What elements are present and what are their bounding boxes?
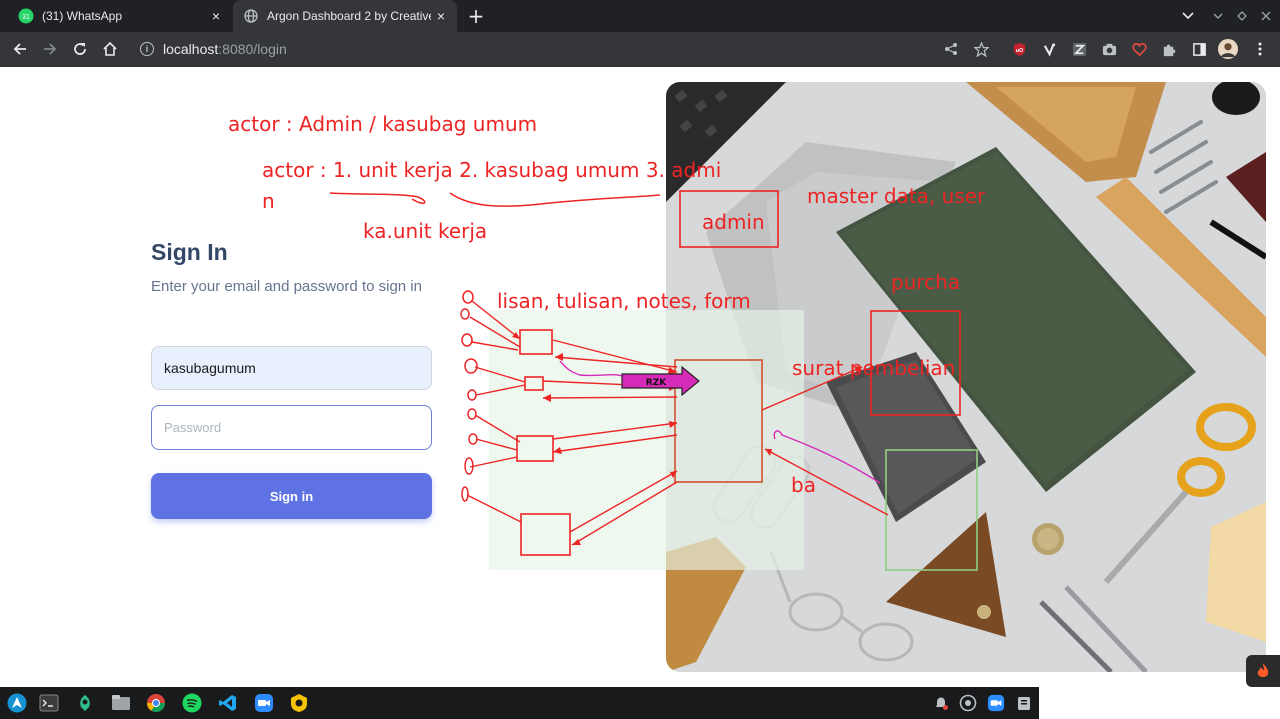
- annotation-actor-list-wrap: n: [262, 189, 275, 213]
- annotation-actor-line: actor : Admin / kasubag umum: [228, 112, 538, 136]
- clipboard-tray-icon[interactable]: [1013, 692, 1035, 714]
- file-manager-icon[interactable]: [110, 692, 132, 714]
- globe-icon: [243, 8, 259, 24]
- zotero-icon[interactable]: [1069, 39, 1089, 59]
- os-taskbar: [0, 687, 1280, 719]
- annotation-underline: [329, 192, 426, 204]
- signin-subtitle: Enter your email and password to sign in: [151, 278, 422, 295]
- profile-avatar[interactable]: [1218, 39, 1238, 59]
- login-page: Sign In Enter your email and password to…: [0, 67, 1280, 687]
- annotation-actor-list: actor : 1. unit kerja 2. kasubag umum 3.…: [262, 158, 722, 182]
- tab-search-icon[interactable]: [1176, 0, 1200, 32]
- flame-icon[interactable]: [1246, 655, 1280, 687]
- bitwarden-icon[interactable]: [288, 692, 310, 714]
- svg-text:uO: uO: [1015, 47, 1023, 53]
- browser-toolbar: i localhost:8080/login uO: [0, 32, 1280, 67]
- close-window-icon[interactable]: [1254, 0, 1278, 32]
- password-field[interactable]: [151, 405, 432, 450]
- minimize-icon[interactable]: [1206, 0, 1230, 32]
- zoom-tray-icon[interactable]: [985, 692, 1007, 714]
- chrome-icon[interactable]: [145, 692, 167, 714]
- close-icon[interactable]: ×: [431, 8, 451, 24]
- bookmark-star-icon[interactable]: [971, 39, 991, 59]
- whatsapp-badge: 31: [22, 14, 30, 21]
- taskbar-clock-area: [1039, 687, 1280, 719]
- side-panel-icon[interactable]: [1189, 39, 1209, 59]
- browser-tab-strip: 31 (31) WhatsApp × Argon Dashboard 2 by …: [0, 0, 1280, 32]
- zoom-icon[interactable]: [253, 692, 275, 714]
- annotation-circles: [460, 290, 478, 502]
- close-icon[interactable]: ×: [206, 8, 226, 24]
- signin-button[interactable]: Sign in: [151, 473, 432, 519]
- address-bar[interactable]: i localhost:8080/login: [140, 37, 287, 61]
- maximize-icon[interactable]: [1230, 0, 1254, 32]
- forward-arrow-icon[interactable]: [37, 36, 63, 62]
- site-info-icon[interactable]: i: [140, 42, 154, 56]
- home-icon[interactable]: [97, 36, 123, 62]
- back-arrow-icon[interactable]: [7, 36, 33, 62]
- tab-title: Argon Dashboard 2 by Creative: [267, 9, 431, 23]
- menu-kebab-icon[interactable]: [1250, 39, 1270, 59]
- url-path: :8080/login: [218, 41, 287, 57]
- terminal-icon[interactable]: [38, 692, 60, 714]
- camera-icon[interactable]: [1099, 39, 1119, 59]
- rzk-label: RZK: [646, 378, 667, 388]
- new-tab-button[interactable]: +: [466, 6, 486, 26]
- url-host: localhost: [163, 41, 219, 57]
- heart-extension-icon[interactable]: [1129, 39, 1149, 59]
- tab-whatsapp[interactable]: 31 (31) WhatsApp ×: [8, 0, 232, 32]
- launcher-icon[interactable]: [6, 692, 28, 714]
- desk-photo-illustration: [666, 82, 1266, 672]
- spotify-icon[interactable]: [181, 692, 203, 714]
- vscode-icon[interactable]: [217, 692, 239, 714]
- reload-icon[interactable]: [67, 36, 93, 62]
- extensions-puzzle-icon[interactable]: [1159, 39, 1179, 59]
- email-field[interactable]: [151, 346, 432, 390]
- annotation-scribble: [559, 360, 626, 378]
- annotation-unit-kerja: ka.unit kerja: [363, 219, 488, 243]
- wappalyzer-icon[interactable]: [1039, 39, 1059, 59]
- tab-argon-dashboard[interactable]: Argon Dashboard 2 by Creative ×: [233, 0, 457, 32]
- system-status-icon[interactable]: [957, 692, 979, 714]
- share-icon[interactable]: [941, 39, 961, 59]
- whatsapp-icon: 31: [18, 8, 34, 24]
- desk-photo: [666, 82, 1266, 672]
- notification-bell-icon[interactable]: [930, 692, 952, 714]
- ublock-icon[interactable]: uO: [1009, 39, 1029, 59]
- tab-title: (31) WhatsApp: [42, 9, 123, 23]
- signin-title: Sign In: [151, 239, 228, 265]
- annotation-underline: [449, 192, 661, 207]
- app-manager-icon[interactable]: [74, 692, 96, 714]
